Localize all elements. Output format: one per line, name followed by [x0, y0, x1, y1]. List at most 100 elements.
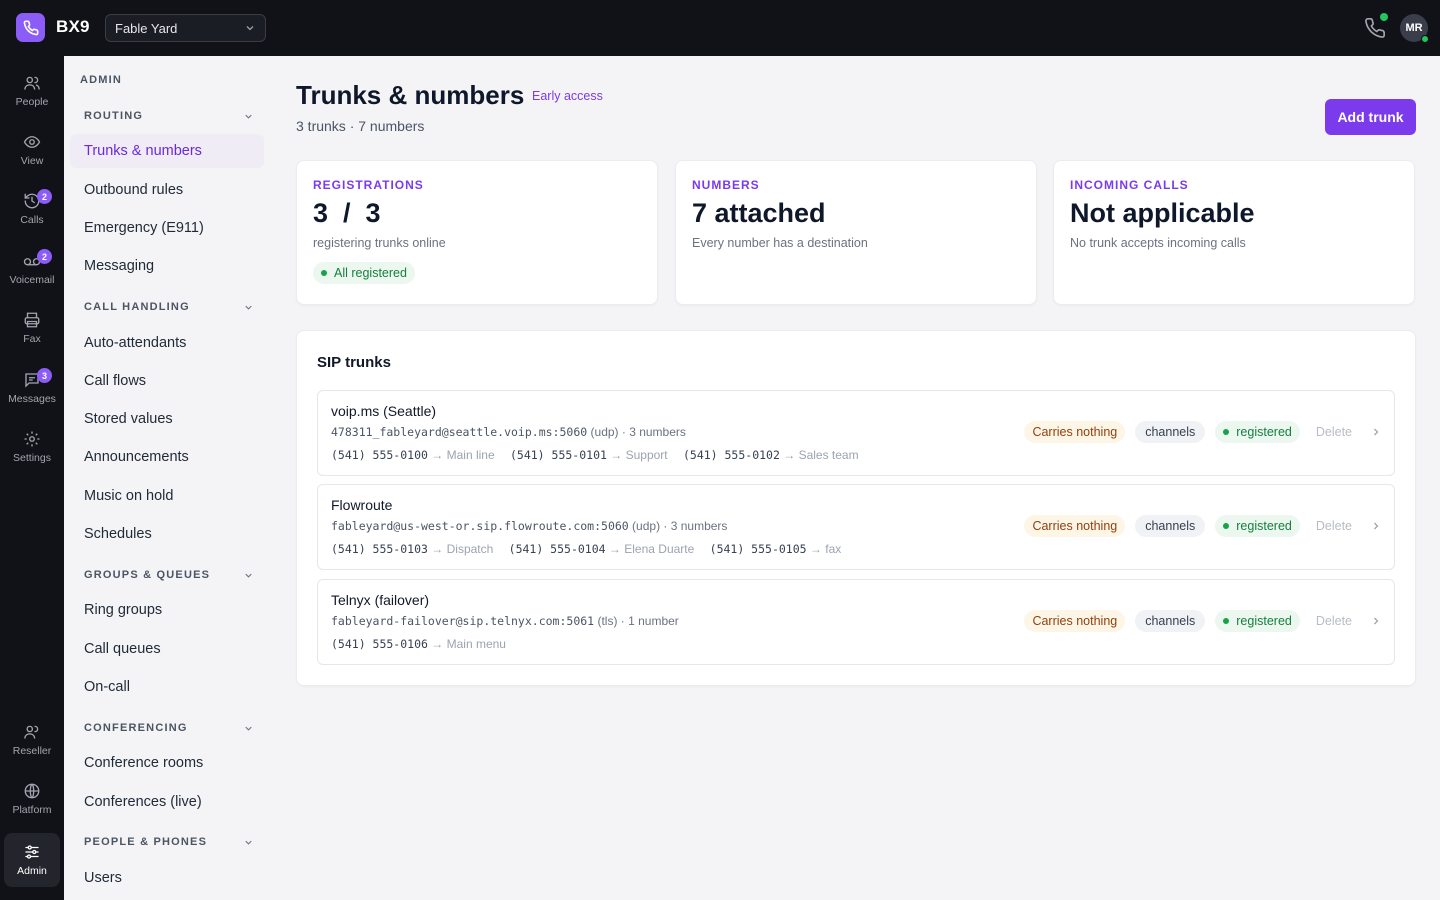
sidenav-item-conferences-live[interactable]: Conferences (live) [70, 785, 264, 819]
trunk-number-item: (541) 555-0105 → fax [710, 542, 842, 556]
stat-card-numbers: NUMBERS 7 attached Every number has a de… [675, 160, 1037, 305]
delete-trunk-button[interactable]: Delete [1316, 614, 1352, 628]
section-routing[interactable]: ROUTING [84, 110, 254, 122]
rail-item-view[interactable]: View [4, 123, 60, 177]
trunk-numbers: (541) 555-0106 → Main menu [331, 637, 518, 651]
app-logo[interactable] [16, 13, 45, 42]
trunk-actions: Carries nothing channels registered Dele… [1024, 610, 1382, 632]
trunk-number-item: (541) 555-0100 → Main line [331, 448, 495, 462]
rail-item-platform[interactable]: Platform [4, 772, 60, 826]
sidenav-item-conference-rooms[interactable]: Conference rooms [70, 746, 264, 780]
trunk-name: Flowroute [331, 497, 393, 513]
registered-tag: registered [1215, 610, 1300, 632]
status-dot [1223, 523, 1230, 529]
sidenav-item-ring-groups[interactable]: Ring groups [70, 593, 264, 627]
section-conferencing[interactable]: CONFERENCING [84, 722, 254, 734]
rail-item-calls[interactable]: Calls 2 [4, 182, 60, 236]
trunk-uri: fableyard@us-west-or.sip.flowroute.com:5… [331, 519, 727, 533]
phone-number: (541) 555-0102 [682, 448, 780, 462]
stat-value: 3 / 3 [313, 198, 381, 228]
sidenav-item-call-queues[interactable]: Call queues [70, 632, 264, 666]
sidenav-item-music-on-hold[interactable]: Music on hold [70, 479, 264, 513]
delete-trunk-button[interactable]: Delete [1316, 425, 1352, 439]
chevron-right-icon[interactable] [1370, 615, 1382, 627]
trunk-name: Telnyx (failover) [331, 592, 430, 608]
rail-item-messages[interactable]: Messages 3 [4, 361, 60, 415]
add-trunk-button[interactable]: Add trunk [1325, 99, 1416, 135]
phone-number: (541) 555-0106 [331, 637, 428, 651]
sidenav-item-announcements[interactable]: Announcements [70, 440, 264, 474]
channels-tag: channels [1135, 421, 1206, 443]
org-select[interactable]: Fable Yard [105, 14, 266, 42]
sidenav-item-schedules[interactable]: Schedules [70, 517, 264, 551]
sidenav-item-messaging[interactable]: Messaging [70, 249, 264, 283]
rail-label: Messages [8, 393, 56, 405]
sidenav-item-stored-values[interactable]: Stored values [70, 402, 264, 436]
section-call-handling[interactable]: CALL HANDLING [84, 301, 254, 313]
trunk-number-item: (541) 555-0104 → Elena Duarte [509, 542, 695, 556]
sidenav-item-on-call[interactable]: On-call [70, 670, 264, 704]
phone-number: (541) 555-0101 [509, 448, 607, 462]
sidenav-heading: ADMIN [80, 74, 123, 86]
number-destination: → Support [606, 448, 668, 462]
section-title: PEOPLE & PHONES [84, 836, 208, 848]
messages-badge: 3 [37, 368, 52, 383]
rail-item-admin[interactable]: Admin [4, 833, 60, 887]
registered-tag: registered [1215, 421, 1300, 443]
sip-trunks-title: SIP trunks [317, 354, 391, 371]
section-people-phones[interactable]: PEOPLE & PHONES [84, 836, 254, 848]
page-title: Trunks & numbers [296, 80, 525, 110]
trunk-row[interactable]: Telnyx (failover) fableyard-failover@sip… [317, 579, 1395, 665]
trunk-actions: Carries nothing channels registered Dele… [1024, 515, 1382, 537]
trunk-numbers: (541) 555-0100 → Main line (541) 555-010… [331, 448, 871, 462]
trunk-sip-uri: 478311_fableyard@seattle.voip.ms:5060 [331, 425, 588, 439]
sidenav-item-auto-attendants[interactable]: Auto-attendants [70, 326, 264, 360]
channels-tag: channels [1135, 515, 1206, 537]
phone-logo-icon [23, 20, 38, 35]
rail-item-fax[interactable]: Fax [4, 301, 60, 355]
section-groups-queues[interactable]: GROUPS & QUEUES [84, 569, 254, 581]
rail-label: Reseller [12, 745, 52, 757]
sidenav-item-outbound-rules[interactable]: Outbound rules [70, 173, 264, 207]
trunk-number-item: (541) 555-0103 → Dispatch [331, 542, 493, 556]
rail-item-voicemail[interactable]: Voicemail 2 [4, 242, 60, 296]
rail-label: Platform [12, 804, 52, 816]
trunk-row[interactable]: Flowroute fableyard@us-west-or.sip.flowr… [317, 484, 1395, 570]
number-destination: → Dispatch [427, 542, 494, 556]
carries-tag: Carries nothing [1024, 421, 1126, 443]
chevron-right-icon[interactable] [1370, 426, 1382, 438]
delete-trunk-button[interactable]: Delete [1316, 519, 1352, 533]
top-bar: BX9 Fable Yard MR [0, 0, 1440, 56]
registered-label: registered [1236, 614, 1292, 628]
carries-tag: Carries nothing [1024, 515, 1126, 537]
chevron-right-icon[interactable] [1370, 520, 1382, 532]
trunk-uri: fableyard-failover@sip.telnyx.com:5061 (… [331, 614, 679, 628]
stat-value: 7 attached [692, 198, 826, 228]
org-select-value: Fable Yard [115, 20, 178, 36]
trunk-actions: Carries nothing channels registered Dele… [1024, 421, 1382, 443]
admin-sidenav: ADMIN ROUTING Trunks & numbers Outbound … [64, 56, 272, 900]
sidenav-item-trunks-numbers[interactable]: Trunks & numbers [70, 134, 264, 168]
rail-item-reseller[interactable]: Reseller [4, 713, 60, 767]
stat-label: NUMBERS [692, 178, 760, 192]
stat-label: REGISTRATIONS [313, 178, 424, 192]
stat-card-registrations: REGISTRATIONS 3 / 3 registering trunks o… [296, 160, 658, 305]
chevron-down-icon [245, 726, 252, 731]
voicemail-badge: 2 [37, 249, 52, 264]
rail-item-people[interactable]: People [4, 64, 60, 118]
sidenav-item-call-flows[interactable]: Call flows [70, 364, 264, 398]
registered-label: registered [1236, 519, 1292, 533]
phone-number: (541) 555-0103 [331, 542, 428, 556]
trunk-row[interactable]: voip.ms (Seattle) 478311_fableyard@seatt… [317, 390, 1395, 476]
trunk-numbers: (541) 555-0103 → Dispatch (541) 555-0104… [331, 542, 853, 556]
status-badge: All registered [313, 262, 415, 284]
brand-name: BX9 [56, 17, 90, 36]
stat-desc: registering trunks online [313, 236, 446, 250]
rail-label: Calls [20, 214, 44, 226]
sidenav-item-users[interactable]: Users [70, 861, 264, 895]
trunk-sip-uri: fableyard@us-west-or.sip.flowroute.com:5… [331, 519, 629, 533]
rail-item-settings[interactable]: Settings [4, 420, 60, 474]
sidenav-item-emergency[interactable]: Emergency (E911) [70, 211, 264, 245]
chevron-down-icon [245, 305, 252, 310]
phone-number: (541) 555-0105 [709, 542, 807, 556]
